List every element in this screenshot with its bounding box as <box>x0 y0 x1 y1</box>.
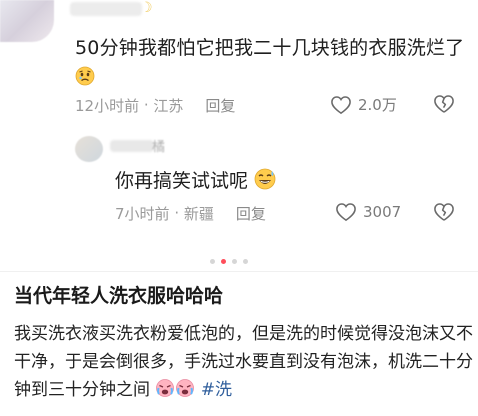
like-count: 2.0万 <box>358 96 397 114</box>
reply-meta: 7小时前 · 新疆 回复 <box>115 202 266 224</box>
reply-button[interactable]: 回复 <box>236 203 266 224</box>
reply-text-content: 你再搞笑试试呢 <box>115 170 249 192</box>
moon-icon: ☽ <box>140 0 153 16</box>
username-blurred[interactable] <box>70 2 142 16</box>
reply-text: 你再搞笑试试呢 <box>115 168 276 197</box>
divider <box>0 271 478 272</box>
crying-face-icon <box>155 378 175 407</box>
reply-avatar[interactable] <box>75 136 103 162</box>
like-count: 3007 <box>363 203 402 221</box>
like-button[interactable]: 3007 <box>335 202 401 222</box>
heart-icon <box>331 95 351 114</box>
reply-username-blurred[interactable] <box>110 140 154 152</box>
dot-separator: · <box>169 204 184 222</box>
worried-face-icon <box>75 66 95 95</box>
dot-separator: · <box>139 96 154 114</box>
post-body[interactable]: 我买洗衣液买洗衣粉爱低泡的，但是洗的时候觉得没泡沫又不干净，于是会倒很多，手洗过… <box>14 320 474 407</box>
dislike-button[interactable] <box>432 202 456 226</box>
comment-location: 江苏 <box>153 96 184 115</box>
reply-time: 7小时前 <box>115 204 170 223</box>
reply-location: 新疆 <box>183 204 214 223</box>
reply-username-suffix: 橘 <box>152 140 166 155</box>
carousel-dot[interactable] <box>210 259 215 264</box>
carousel-dot[interactable] <box>243 259 248 264</box>
crying-face-icon <box>175 378 195 407</box>
broken-heart-icon <box>434 203 454 221</box>
carousel-indicator <box>210 259 248 264</box>
hashtag-link[interactable]: #洗 <box>201 380 232 400</box>
broken-heart-icon <box>434 95 454 113</box>
post-body-text: 我买洗衣液买洗衣粉爱低泡的，但是洗的时候觉得没泡沫又不干净，于是会倒很多，手洗过… <box>14 324 473 400</box>
carousel-dot-active[interactable] <box>221 259 226 264</box>
comment-meta: 12小时前 · 江苏 回复 <box>75 94 235 116</box>
reply-button[interactable]: 回复 <box>205 95 235 116</box>
carousel-dot[interactable] <box>232 259 237 264</box>
dislike-button[interactable] <box>432 94 456 118</box>
post-title[interactable]: 当代年轻人洗衣服哈哈哈 <box>14 283 223 309</box>
avatar[interactable] <box>0 0 54 42</box>
comment-time: 12小时前 <box>75 96 140 115</box>
comment-text: 50分钟我都怕它把我二十几块钱的衣服洗烂了 <box>75 34 465 95</box>
comment-text-content: 50分钟我都怕它把我二十几块钱的衣服洗烂了 <box>75 37 465 59</box>
grinning-sweat-icon <box>254 168 276 197</box>
heart-icon <box>336 203 356 222</box>
like-button[interactable]: 2.0万 <box>330 94 397 115</box>
